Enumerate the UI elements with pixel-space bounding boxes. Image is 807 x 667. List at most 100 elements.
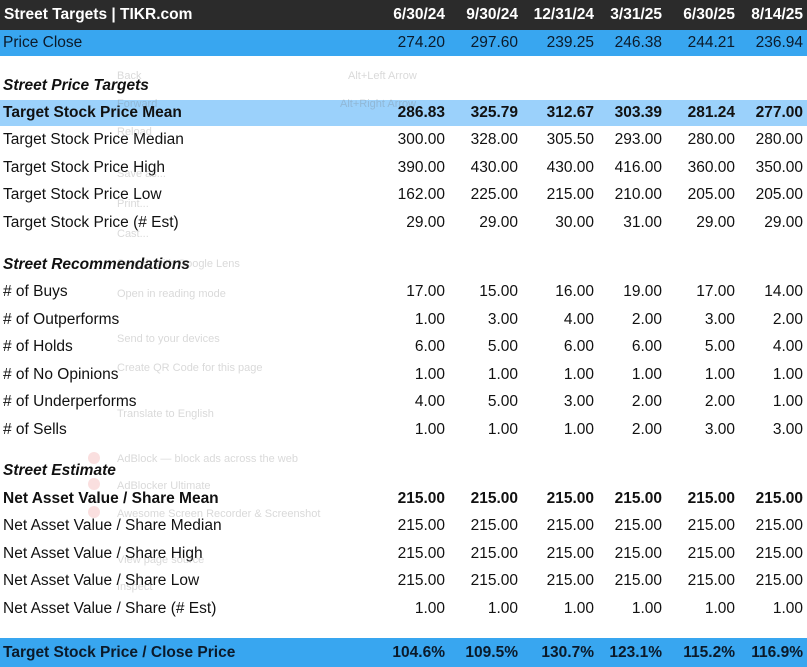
- row-label: # of Holds: [3, 338, 73, 355]
- table-row: Target Stock Price Median 300.00 328.00 …: [0, 127, 807, 153]
- cell-value: 312.67: [546, 104, 594, 121]
- cell-value: 215.00: [546, 545, 594, 562]
- cell-value: 16.00: [555, 283, 594, 300]
- row-label: Target Stock Price Mean: [3, 104, 182, 121]
- cell-value: 215.00: [546, 490, 594, 507]
- cell-value: 6.00: [414, 338, 445, 355]
- cell-value: 215.00: [687, 517, 735, 534]
- cell-value: 29.00: [696, 214, 735, 231]
- table-row: # of No Opinions 1.00 1.00 1.00 1.00 1.0…: [0, 362, 807, 388]
- cell-value: 215.00: [755, 490, 803, 507]
- row-label: # of No Opinions: [3, 366, 119, 383]
- cell-value: 215.00: [755, 545, 803, 562]
- cell-value: 215.00: [614, 572, 662, 589]
- price-value: 239.25: [546, 34, 594, 51]
- cell-value: 4.00: [772, 338, 803, 355]
- table-row: Net Asset Value / Share (# Est) 1.00 1.0…: [0, 596, 807, 622]
- cell-value: 1.00: [704, 600, 735, 617]
- cell-value: 293.00: [614, 131, 662, 148]
- cell-value: 215.00: [755, 517, 803, 534]
- cell-value: 328.00: [470, 131, 518, 148]
- ratio-value: 123.1%: [609, 643, 662, 661]
- cell-value: 5.00: [487, 338, 518, 355]
- cell-value: 205.00: [755, 186, 803, 203]
- row-label: Net Asset Value / Share (# Est): [3, 600, 217, 617]
- cell-value: 19.00: [623, 283, 662, 300]
- cell-value: 215.00: [755, 572, 803, 589]
- cell-value: 1.00: [563, 600, 594, 617]
- cell-value: 3.00: [563, 393, 594, 410]
- date-header: 6/30/24: [393, 6, 445, 23]
- price-value: 246.38: [614, 34, 662, 51]
- cell-value: 390.00: [397, 159, 445, 176]
- cell-value: 2.00: [772, 311, 803, 328]
- date-header: 8/14/25: [751, 6, 803, 23]
- row-label: Price Close: [3, 34, 83, 51]
- table-row: Net Asset Value / Share Median 215.00 21…: [0, 513, 807, 539]
- row-label: # of Underperforms: [3, 393, 137, 410]
- price-close-row: Price Close 274.20 297.60 239.25 246.38 …: [0, 30, 807, 56]
- cell-value: 14.00: [764, 283, 803, 300]
- table-row: Target Stock Price Low 162.00 225.00 215…: [0, 182, 807, 208]
- ratio-value: 104.6%: [392, 643, 445, 661]
- date-header: 12/31/24: [533, 6, 594, 23]
- cell-value: 1.00: [563, 366, 594, 383]
- cell-value: 1.00: [487, 366, 518, 383]
- cell-value: 162.00: [397, 186, 445, 203]
- cell-value: 303.39: [614, 104, 662, 121]
- page-title: Street Targets | TIKR.com: [4, 6, 193, 23]
- ratio-value: 115.2%: [683, 643, 735, 661]
- cell-value: 215.00: [397, 545, 445, 562]
- cell-value: 2.00: [704, 393, 735, 410]
- cell-value: 215.00: [470, 572, 518, 589]
- table-row: Net Asset Value / Share Mean 215.00 215.…: [0, 486, 807, 512]
- cell-value: 286.83: [397, 104, 445, 121]
- date-header: 9/30/24: [466, 6, 518, 23]
- cell-value: 1.00: [487, 600, 518, 617]
- cell-value: 17.00: [406, 283, 445, 300]
- cell-value: 1.00: [487, 421, 518, 438]
- ratio-value: 116.9%: [751, 643, 803, 661]
- cell-value: 29.00: [406, 214, 445, 231]
- row-label: Net Asset Value / Share Mean: [3, 490, 219, 507]
- date-header: 3/31/25: [610, 6, 662, 23]
- table-row: Net Asset Value / Share Low 215.00 215.0…: [0, 568, 807, 594]
- cell-value: 2.00: [631, 421, 662, 438]
- cell-value: 29.00: [764, 214, 803, 231]
- cell-value: 30.00: [555, 214, 594, 231]
- section-heading: Street Estimate: [0, 458, 807, 484]
- cell-value: 1.00: [414, 600, 445, 617]
- cell-value: 1.00: [414, 366, 445, 383]
- cell-value: 430.00: [470, 159, 518, 176]
- cell-value: 225.00: [470, 186, 518, 203]
- price-value: 244.21: [687, 34, 735, 51]
- cell-value: 1.00: [414, 421, 445, 438]
- ratio-row: Target Stock Price / Close Price 104.6% …: [0, 638, 807, 667]
- cell-value: 1.00: [772, 600, 803, 617]
- section-heading: Street Recommendations: [0, 252, 807, 278]
- row-label: Target Stock Price Median: [3, 131, 184, 148]
- cell-value: 215.00: [397, 490, 445, 507]
- cell-value: 2.00: [631, 311, 662, 328]
- cell-value: 205.00: [687, 186, 735, 203]
- cell-value: 215.00: [470, 545, 518, 562]
- cell-value: 6.00: [563, 338, 594, 355]
- cell-value: 215.00: [397, 517, 445, 534]
- cell-value: 215.00: [614, 517, 662, 534]
- cell-value: 6.00: [631, 338, 662, 355]
- row-label: # of Buys: [3, 283, 68, 300]
- cell-value: 325.79: [470, 104, 518, 121]
- cell-value: 1.00: [414, 311, 445, 328]
- cell-value: 1.00: [631, 366, 662, 383]
- price-value: 297.60: [470, 34, 518, 51]
- cell-value: 15.00: [479, 283, 518, 300]
- ratio-value: 109.5%: [465, 643, 518, 661]
- section-title-targets: Street Price Targets: [3, 77, 149, 94]
- cell-value: 215.00: [687, 490, 735, 507]
- table-row: Target Stock Price (# Est) 29.00 29.00 3…: [0, 210, 807, 236]
- cell-value: 1.00: [631, 600, 662, 617]
- row-label: Net Asset Value / Share Low: [3, 572, 200, 589]
- table-header-row: Street Targets | TIKR.com 6/30/24 9/30/2…: [0, 0, 807, 30]
- cell-value: 215.00: [687, 545, 735, 562]
- cell-value: 360.00: [687, 159, 735, 176]
